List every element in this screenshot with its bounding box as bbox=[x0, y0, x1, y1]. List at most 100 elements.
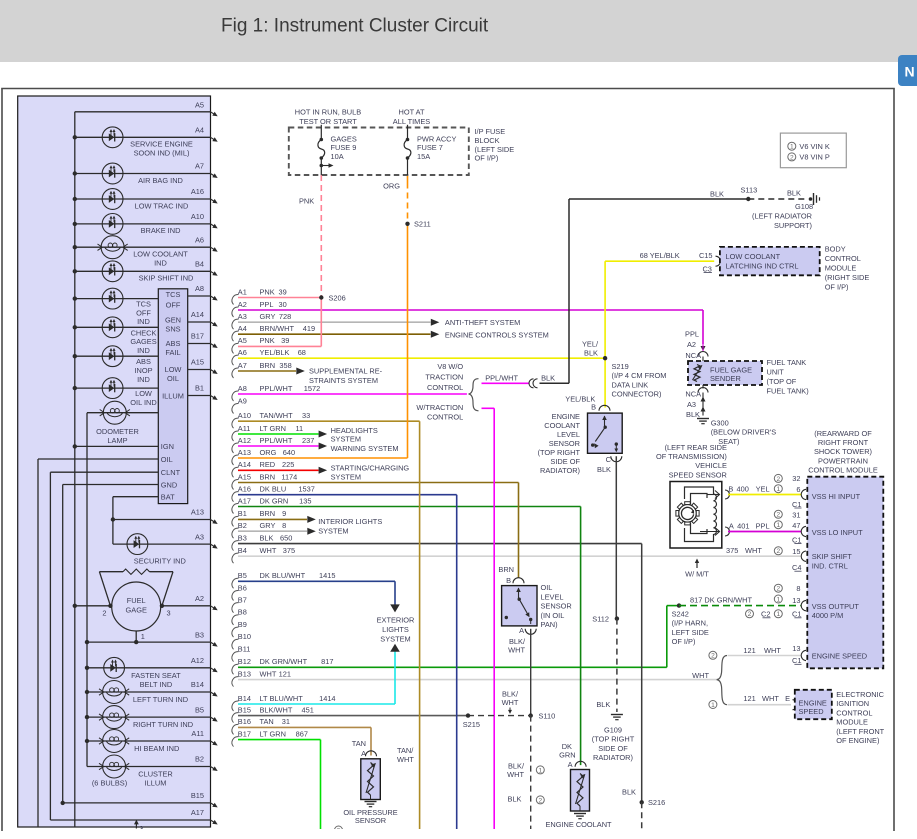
svg-text:PNK: PNK bbox=[260, 287, 275, 296]
svg-text:SIDE OF: SIDE OF bbox=[550, 457, 580, 466]
svg-text:A2: A2 bbox=[195, 594, 204, 603]
svg-text:INOP: INOP bbox=[134, 366, 152, 375]
svg-text:V8 VIN P: V8 VIN P bbox=[799, 153, 829, 162]
svg-text:SYSTEM: SYSTEM bbox=[318, 526, 348, 535]
svg-text:N: N bbox=[904, 64, 914, 80]
svg-text:WHT: WHT bbox=[260, 546, 277, 555]
svg-text:A8: A8 bbox=[195, 284, 204, 293]
svg-text:LEFT SIDE: LEFT SIDE bbox=[672, 628, 709, 637]
svg-text:OFF: OFF bbox=[136, 308, 151, 317]
svg-text:WHT: WHT bbox=[692, 671, 709, 680]
svg-text:A10: A10 bbox=[191, 212, 204, 221]
svg-text:LEVEL: LEVEL bbox=[541, 592, 564, 601]
svg-text:LEFT TURN IND: LEFT TURN IND bbox=[133, 695, 188, 704]
svg-text:TAN: TAN bbox=[352, 739, 366, 748]
svg-text:PPL: PPL bbox=[260, 300, 274, 309]
svg-text:B4: B4 bbox=[195, 260, 204, 269]
svg-text:A2: A2 bbox=[238, 300, 247, 309]
svg-text:A6: A6 bbox=[238, 348, 247, 357]
svg-text:SKIP SHIFT IND: SKIP SHIFT IND bbox=[139, 274, 194, 283]
svg-text:(BELOW DRIVER'S: (BELOW DRIVER'S bbox=[711, 428, 777, 437]
svg-text:1572: 1572 bbox=[304, 384, 320, 393]
svg-text:400: 400 bbox=[737, 484, 749, 493]
svg-text:FASTEN SEAT: FASTEN SEAT bbox=[131, 671, 181, 680]
svg-text:W/TRACTION: W/TRACTION bbox=[416, 403, 463, 412]
svg-text:OIL IND: OIL IND bbox=[130, 398, 156, 407]
svg-text:TCS: TCS bbox=[136, 300, 151, 309]
svg-text:A17: A17 bbox=[238, 496, 251, 505]
svg-text:C15: C15 bbox=[699, 251, 713, 260]
svg-text:B7: B7 bbox=[238, 596, 247, 605]
svg-text:B11: B11 bbox=[238, 644, 251, 653]
svg-text:B3: B3 bbox=[195, 630, 204, 639]
svg-text:W/ M/T: W/ M/T bbox=[685, 569, 709, 578]
svg-text:A16: A16 bbox=[191, 187, 204, 196]
svg-text:BLK: BLK bbox=[596, 700, 610, 709]
svg-text:VSS OUTPUT: VSS OUTPUT bbox=[812, 602, 860, 611]
svg-text:10A: 10A bbox=[331, 152, 344, 161]
svg-text:401: 401 bbox=[737, 522, 749, 531]
svg-text:BLK: BLK bbox=[260, 533, 274, 542]
svg-text:(IN OIL: (IN OIL bbox=[541, 611, 565, 620]
svg-text:PPL/WHT: PPL/WHT bbox=[260, 436, 293, 445]
svg-text:LATCHING IND CTRL: LATCHING IND CTRL bbox=[726, 261, 799, 270]
svg-text:SENSOR: SENSOR bbox=[355, 816, 386, 825]
svg-text:S112: S112 bbox=[592, 614, 609, 623]
svg-text:TAN: TAN bbox=[260, 717, 274, 726]
svg-text:BRN: BRN bbox=[260, 361, 276, 370]
svg-text:A: A bbox=[568, 760, 573, 769]
svg-text:A11: A11 bbox=[191, 729, 204, 738]
svg-text:S242: S242 bbox=[672, 609, 689, 618]
svg-text:B4: B4 bbox=[238, 546, 247, 555]
svg-text:WHT: WHT bbox=[502, 698, 519, 707]
svg-text:PPL: PPL bbox=[756, 522, 770, 531]
svg-text:ABS: ABS bbox=[166, 339, 181, 348]
svg-text:2: 2 bbox=[748, 611, 752, 618]
svg-text:(LEFT RADIATOR: (LEFT RADIATOR bbox=[752, 211, 812, 220]
svg-text:B3: B3 bbox=[238, 533, 247, 542]
svg-text:WHT: WHT bbox=[762, 694, 779, 703]
svg-text:YEL/BLK: YEL/BLK bbox=[260, 348, 290, 357]
svg-text:4000 P/M: 4000 P/M bbox=[812, 611, 844, 620]
svg-text:DK GRN: DK GRN bbox=[260, 496, 289, 505]
svg-text:LT GRN: LT GRN bbox=[260, 424, 286, 433]
svg-text:Fig 1: Instrument Cluster Circ: Fig 1: Instrument Cluster Circuit bbox=[221, 16, 489, 37]
svg-text:ENGINE CONTROLS SYSTEM: ENGINE CONTROLS SYSTEM bbox=[445, 331, 549, 340]
svg-text:C1: C1 bbox=[792, 656, 801, 665]
svg-text:LOW: LOW bbox=[135, 389, 152, 398]
svg-text:C1: C1 bbox=[792, 610, 801, 619]
svg-text:WHT: WHT bbox=[260, 669, 277, 678]
svg-text:9: 9 bbox=[282, 509, 286, 518]
svg-text:A6: A6 bbox=[195, 235, 204, 244]
svg-text:BLOCK: BLOCK bbox=[475, 136, 500, 145]
svg-text:A1: A1 bbox=[238, 287, 247, 296]
svg-text:LOW COOLANT: LOW COOLANT bbox=[726, 252, 781, 261]
svg-text:CONTROL: CONTROL bbox=[427, 413, 463, 422]
svg-text:135: 135 bbox=[299, 496, 311, 505]
svg-text:A16: A16 bbox=[238, 485, 251, 494]
svg-text:A17: A17 bbox=[191, 808, 204, 817]
svg-text:GRY: GRY bbox=[260, 312, 276, 321]
svg-text:2: 2 bbox=[776, 512, 780, 519]
svg-text:S110: S110 bbox=[539, 711, 556, 720]
svg-text:LOW: LOW bbox=[165, 365, 182, 374]
svg-text:A4: A4 bbox=[195, 126, 204, 135]
svg-text:GAGE: GAGE bbox=[126, 606, 147, 615]
svg-text:2: 2 bbox=[776, 586, 780, 593]
svg-text:BLK/WHT: BLK/WHT bbox=[260, 705, 293, 714]
svg-text:LT BLU/WHT: LT BLU/WHT bbox=[260, 694, 304, 703]
svg-text:237: 237 bbox=[302, 436, 314, 445]
svg-text:A12: A12 bbox=[238, 436, 251, 445]
svg-text:IGN: IGN bbox=[161, 442, 174, 451]
svg-text:(LEFT REAR SIDE: (LEFT REAR SIDE bbox=[665, 443, 727, 452]
svg-text:DATA LINK: DATA LINK bbox=[612, 380, 649, 389]
svg-text:ALL TIMES: ALL TIMES bbox=[393, 117, 430, 126]
svg-text:ENGINE: ENGINE bbox=[552, 412, 580, 421]
svg-text:BLK: BLK bbox=[508, 795, 522, 804]
svg-text:2: 2 bbox=[790, 154, 794, 161]
svg-text:G300: G300 bbox=[711, 418, 729, 427]
svg-text:OF ENGINE): OF ENGINE) bbox=[836, 736, 879, 745]
svg-text:B14: B14 bbox=[238, 694, 251, 703]
svg-text:121: 121 bbox=[743, 646, 755, 655]
svg-text:S211: S211 bbox=[414, 220, 431, 229]
